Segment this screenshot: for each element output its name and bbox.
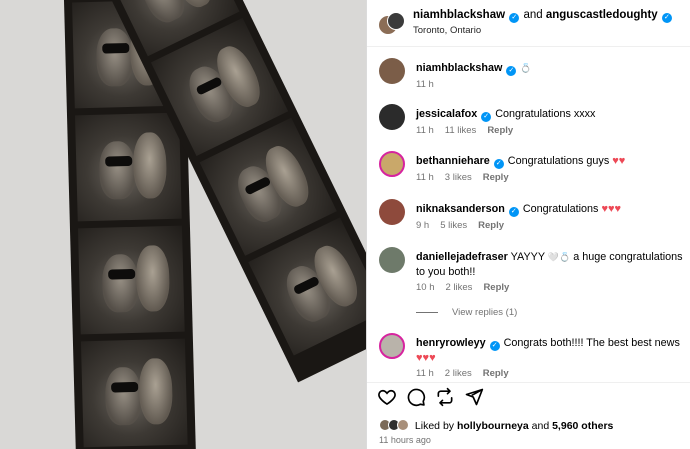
liked-by-prefix: Liked by xyxy=(414,420,455,432)
comment-meta: 11 h 11 likes Reply xyxy=(416,125,524,136)
comment-icon[interactable] xyxy=(406,387,426,407)
heart-emoji-icon: ♥♥♥ xyxy=(416,352,436,364)
photo-frame xyxy=(80,338,188,448)
repost-icon[interactable] xyxy=(435,387,455,407)
comment-list[interactable]: niamhblackshaw ✓ 💍 11 h jessicalafox ✓ C… xyxy=(367,48,690,380)
comment-username[interactable]: bethanniehare xyxy=(416,155,490,167)
action-icons xyxy=(377,387,484,411)
comment-time: 11 h xyxy=(416,125,434,136)
heart-emoji-icon: ♥♥ xyxy=(612,155,626,167)
comment-time: 9 h xyxy=(416,220,430,231)
comment-username[interactable]: jessicalafox xyxy=(416,108,477,120)
comment-likes[interactable]: 2 likes xyxy=(445,368,472,379)
share-icon[interactable] xyxy=(464,387,484,407)
post-timestamp[interactable]: 11 hours ago xyxy=(379,435,431,445)
verified-icon: ✓ xyxy=(493,159,504,169)
comment-username[interactable]: niknaksanderson xyxy=(416,203,505,215)
caption-text: niamhblackshaw ✓ 💍 xyxy=(416,61,532,76)
avatar[interactable] xyxy=(379,247,405,273)
verified-icon: ✓ xyxy=(508,207,519,217)
comment-time: 11 h xyxy=(416,368,434,379)
avatar[interactable] xyxy=(379,199,405,225)
comment-time: 10 h xyxy=(416,282,435,293)
comment-meta: 11 h 2 likes Reply xyxy=(416,368,520,379)
avatar[interactable] xyxy=(379,333,405,359)
verified-icon: ✓ xyxy=(506,66,517,76)
verified-icon: ✓ xyxy=(481,112,492,122)
author-names: niamhblackshaw ✓ and anguscastledoughty … xyxy=(413,9,673,23)
comment-body: Congratulations xxxx xyxy=(495,108,596,120)
heart-emoji-icon: 🤍💍 xyxy=(547,252,571,262)
avatar xyxy=(387,12,405,30)
caption-time: 11 h xyxy=(416,79,434,90)
liked-by-and: and xyxy=(531,420,550,432)
post-header: niamhblackshaw ✓ and anguscastledoughty … xyxy=(367,0,690,47)
post-photo[interactable] xyxy=(0,0,366,449)
comment-likes[interactable]: 11 likes xyxy=(445,125,477,136)
comment-meta: 11 h 3 likes Reply xyxy=(416,172,520,183)
verified-icon: ✓ xyxy=(509,13,520,23)
comment-text: niknaksanderson ✓ Congratulations ♥♥♥ xyxy=(416,202,621,217)
caption-emoji: 💍 xyxy=(520,63,532,73)
author-link-primary[interactable]: niamhblackshaw xyxy=(413,9,505,21)
comment-body: Congrats both!!!! The best best news xyxy=(503,337,680,349)
author-connector: and xyxy=(523,9,543,21)
comment-likes[interactable]: 3 likes xyxy=(445,172,472,183)
photo-frame xyxy=(77,225,185,335)
author-avatars[interactable] xyxy=(378,12,406,36)
liker-username[interactable]: hollybourneya xyxy=(457,420,529,432)
avatar[interactable] xyxy=(379,58,405,84)
liked-by: Liked by hollybourneya and 5,960 others xyxy=(379,419,613,432)
reply-button[interactable]: Reply xyxy=(483,368,509,379)
comment-body: Congratulations xyxy=(522,203,599,215)
caption-meta: 11 h xyxy=(416,79,445,90)
comment-text: henryrowleyy ✓ Congrats both!!!! The bes… xyxy=(416,336,690,366)
reply-button[interactable]: Reply xyxy=(478,220,504,231)
photo-frame xyxy=(75,112,182,222)
avatar[interactable] xyxy=(379,104,405,130)
reply-button[interactable]: Reply xyxy=(483,282,509,293)
verified-icon: ✓ xyxy=(489,341,500,351)
comment-username[interactable]: daniellejadefraser xyxy=(416,251,508,263)
heart-icon[interactable] xyxy=(377,387,397,407)
reply-button[interactable]: Reply xyxy=(483,172,509,183)
action-bar: Liked by hollybourneya and 5,960 others … xyxy=(367,382,690,449)
post-sidebar: niamhblackshaw ✓ and anguscastledoughty … xyxy=(366,0,690,449)
comment-time: 11 h xyxy=(416,172,434,183)
comment-body-start: YAYYY xyxy=(510,251,545,263)
comment-likes[interactable]: 5 likes xyxy=(440,220,467,231)
comment-meta: 9 h 5 likes Reply xyxy=(416,220,515,231)
avatar[interactable] xyxy=(379,151,405,177)
reply-button[interactable]: Reply xyxy=(487,125,513,136)
likes-count[interactable]: 5,960 others xyxy=(552,420,613,432)
heart-emoji-icon: ♥♥♥ xyxy=(601,203,622,215)
comment-text: daniellejadefraser YAYYY 🤍💍 a huge congr… xyxy=(416,250,690,280)
comment-meta: 10 h 2 likes Reply xyxy=(416,282,520,293)
liker-avatars xyxy=(379,419,409,431)
comment-text: jessicalafox ✓ Congratulations xxxx xyxy=(416,107,595,122)
view-replies-button[interactable]: View replies (1) xyxy=(416,307,517,318)
comment-likes[interactable]: 2 likes xyxy=(446,282,473,293)
comment-username[interactable]: henryrowleyy xyxy=(416,337,486,349)
caption-username[interactable]: niamhblackshaw xyxy=(416,62,502,74)
comment-body: Congratulations guys xyxy=(507,155,610,167)
comment-text: bethanniehare ✓ Congratulations guys ♥♥ xyxy=(416,154,625,169)
author-link-secondary[interactable]: anguscastledoughty xyxy=(546,9,658,21)
location-link[interactable]: Toronto, Ontario xyxy=(413,25,481,36)
verified-icon: ✓ xyxy=(661,13,672,23)
